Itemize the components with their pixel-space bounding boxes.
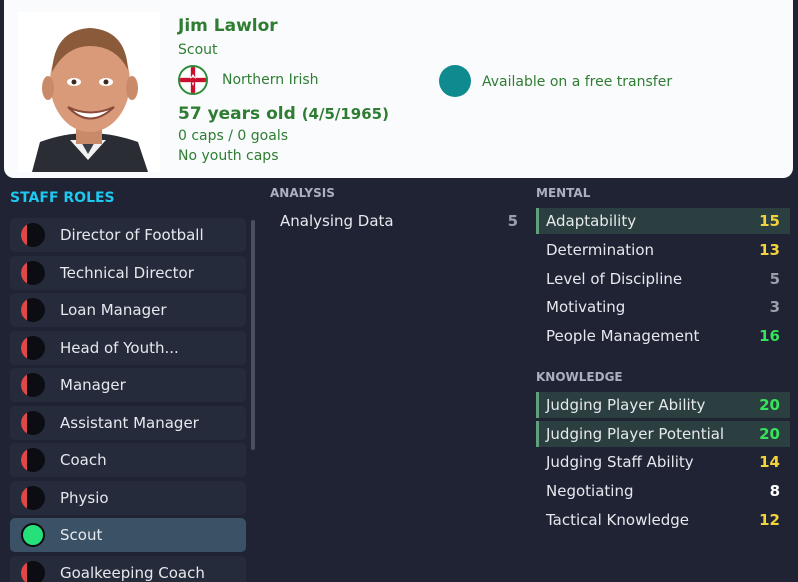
role-inactive-icon xyxy=(21,448,45,472)
attribute-label: Judging Staff Ability xyxy=(546,453,694,471)
staff-role-label: Physio xyxy=(60,488,109,507)
staff-role-label: Manager xyxy=(60,376,126,394)
role-inactive-icon xyxy=(21,223,45,247)
role-inactive-icon xyxy=(21,485,45,510)
staff-role-label: Head of Youth... xyxy=(60,338,179,357)
staff-role-item[interactable]: Manager xyxy=(10,368,246,402)
attribute-value: 12 xyxy=(759,511,780,529)
staff-age: 57 years old (4/5/1965) xyxy=(178,104,389,124)
knowledge-heading: KNOWLEDGE xyxy=(536,370,623,384)
attribute-row[interactable]: Negotiating 8 xyxy=(536,478,790,504)
staff-role-item[interactable]: Goalkeeping Coach xyxy=(10,555,246,582)
attribute-row[interactable]: Tactical Knowledge 12 xyxy=(536,507,790,533)
role-inactive-icon xyxy=(21,410,45,435)
attribute-row[interactable]: People Management 16 xyxy=(536,323,790,349)
attribute-row[interactable]: Judging Player Ability 20 xyxy=(536,392,790,418)
staff-roles-list: Director of Football Technical Director Lo… xyxy=(10,218,246,582)
role-inactive-icon xyxy=(21,298,45,322)
staff-role: Scout xyxy=(178,42,218,58)
role-inactive-icon xyxy=(21,373,45,397)
staff-role-label: Assistant Manager xyxy=(60,413,199,432)
attribute-row[interactable]: Judging Staff Ability 14 xyxy=(536,449,790,475)
mental-heading: MENTAL xyxy=(536,186,591,200)
attribute-label: Motivating xyxy=(546,298,626,316)
role-active-icon xyxy=(21,523,45,547)
staff-photo xyxy=(18,12,160,172)
role-inactive-icon xyxy=(21,335,45,360)
attribute-label: Judging Player Potential xyxy=(546,425,725,443)
attribute-label: Analysing Data xyxy=(280,212,394,230)
roles-scrollbar[interactable] xyxy=(251,220,255,450)
staff-role-label: Coach xyxy=(60,451,107,469)
staff-role-item[interactable]: Coach xyxy=(10,443,246,477)
staff-role-item[interactable]: Assistant Manager xyxy=(10,405,246,440)
date-of-birth: (4/5/1965) xyxy=(301,105,389,123)
attribute-value: 8 xyxy=(769,482,780,500)
staff-role-item[interactable]: Director of Football xyxy=(10,218,246,252)
attribute-value: 20 xyxy=(759,425,780,443)
role-inactive-icon xyxy=(21,260,45,285)
attribute-value: 3 xyxy=(769,298,780,316)
attribute-row[interactable]: Adaptability 15 xyxy=(536,208,790,234)
staff-nationality: Northern Irish xyxy=(222,72,319,88)
attribute-label: People Management xyxy=(546,327,700,345)
staff-role-label: Goalkeeping Coach xyxy=(60,563,205,582)
attribute-label: Level of Discipline xyxy=(546,270,683,288)
attribute-value: 16 xyxy=(759,327,780,345)
staff-role-label: Director of Football xyxy=(60,226,204,244)
youth-caps: No youth caps xyxy=(178,148,279,164)
attribute-row[interactable]: Judging Player Potential 20 xyxy=(536,421,790,447)
attribute-row[interactable]: Analysing Data 5 xyxy=(270,208,528,234)
attribute-value: 5 xyxy=(507,212,518,230)
staff-role-label: Loan Manager xyxy=(60,301,167,319)
role-inactive-icon xyxy=(21,560,45,582)
analysis-heading: ANALYSIS xyxy=(270,186,335,200)
northern-ireland-flag-icon xyxy=(178,65,208,95)
attribute-label: Adaptability xyxy=(546,212,637,230)
transfer-status-icon xyxy=(439,65,471,97)
transfer-status: Available on a free transfer xyxy=(482,74,673,90)
staff-role-item[interactable]: Physio xyxy=(10,480,246,515)
staff-role-item[interactable]: Head of Youth... xyxy=(10,330,246,365)
international-caps: 0 caps / 0 goals xyxy=(178,128,289,144)
staff-role-item[interactable]: Loan Manager xyxy=(10,293,246,327)
staff-roles-heading: STAFF ROLES xyxy=(10,190,115,206)
attribute-label: Tactical Knowledge xyxy=(546,511,689,529)
attribute-row[interactable]: Motivating 3 xyxy=(536,294,790,320)
attribute-label: Determination xyxy=(546,241,655,259)
staff-role-item[interactable]: Scout xyxy=(10,518,246,552)
staff-role-item[interactable]: Technical Director xyxy=(10,255,246,290)
attribute-value: 14 xyxy=(759,453,780,471)
attribute-value: 20 xyxy=(759,396,780,414)
attribute-value: 13 xyxy=(759,241,780,259)
attribute-row[interactable]: Level of Discipline 5 xyxy=(536,266,790,292)
staff-name: Jim Lawlor xyxy=(178,16,278,36)
attribute-label: Negotiating xyxy=(546,482,634,500)
staff-role-label: Scout xyxy=(60,526,103,544)
age-text: 57 years old xyxy=(178,104,296,124)
staff-header-card: Jim Lawlor Scout Northern Irish Availabl… xyxy=(4,0,793,178)
attribute-row[interactable]: Determination 13 xyxy=(536,237,790,263)
attribute-value: 15 xyxy=(759,212,780,230)
attribute-value: 5 xyxy=(769,270,780,288)
staff-role-label: Technical Director xyxy=(60,263,194,282)
attribute-label: Judging Player Ability xyxy=(546,396,706,414)
